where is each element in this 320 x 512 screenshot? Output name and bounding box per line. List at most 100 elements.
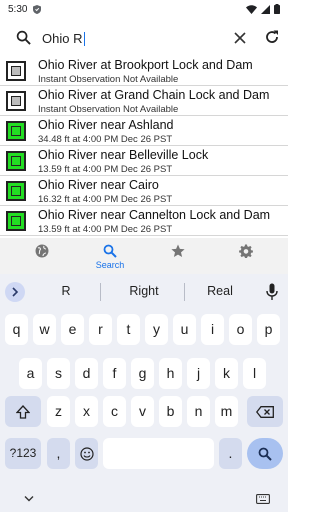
key-a[interactable]: a	[19, 358, 42, 389]
key-r[interactable]: r	[89, 314, 112, 345]
chevron-down-icon[interactable]	[24, 495, 34, 503]
key-d[interactable]: d	[75, 358, 98, 389]
status-normal-icon	[6, 151, 26, 171]
suggestion-strip: R Right Real	[0, 274, 288, 310]
key-b[interactable]: b	[159, 396, 182, 427]
search-icon	[16, 30, 31, 45]
key-o[interactable]: o	[229, 314, 252, 345]
key-g[interactable]: g	[131, 358, 154, 389]
status-unavailable-icon	[6, 61, 26, 81]
key-t[interactable]: t	[117, 314, 140, 345]
suggestion-divider	[184, 283, 185, 301]
key-e[interactable]: e	[61, 314, 84, 345]
key-w[interactable]: w	[33, 314, 56, 345]
gauge-title: Ohio River near Cairo	[38, 178, 159, 192]
gauge-observation: Instant Observation Not Available	[38, 74, 179, 85]
suggestion-divider	[100, 283, 101, 301]
backspace-icon	[256, 406, 274, 419]
status-normal-icon	[6, 121, 26, 141]
result-list: Ohio River at Brookport Lock and Dam Ins…	[0, 56, 288, 236]
key-c[interactable]: c	[103, 396, 126, 427]
status-unavailable-icon	[6, 91, 26, 111]
key-y[interactable]: y	[145, 314, 168, 345]
shift-key[interactable]	[5, 396, 41, 427]
symbols-key[interactable]: ?123	[5, 438, 41, 469]
gauge-title: Ohio River near Belleville Lock	[38, 148, 209, 162]
gauge-title: Ohio River at Brookport Lock and Dam	[38, 58, 253, 72]
emoji-key[interactable]	[75, 438, 98, 469]
key-p[interactable]: p	[257, 314, 280, 345]
list-item[interactable]: Ohio River at Grand Chain Lock and Dam I…	[0, 86, 288, 116]
search-bar	[0, 18, 288, 56]
key-z[interactable]: z	[47, 396, 70, 427]
chevron-right-icon	[12, 287, 19, 297]
suggestion-3[interactable]: Real	[198, 284, 242, 298]
search-icon	[103, 244, 117, 258]
shift-icon	[16, 405, 30, 419]
key-u[interactable]: u	[173, 314, 196, 345]
status-normal-icon	[6, 211, 26, 231]
clear-icon[interactable]	[232, 30, 248, 46]
globe-icon	[35, 244, 49, 258]
mic-icon[interactable]	[266, 283, 278, 301]
gauge-observation: 13.59 ft at 4:00 PM Dec 26 PST	[38, 164, 173, 175]
star-icon	[171, 244, 185, 257]
gauge-observation: 13.59 ft at 4:00 PM Dec 26 PST	[38, 224, 173, 235]
shield-icon	[33, 4, 42, 14]
gauge-title: Ohio River near Cannelton Lock and Dam	[38, 208, 271, 222]
period-key[interactable]: .	[219, 438, 242, 469]
keyboard-switch-icon[interactable]	[256, 494, 270, 504]
comma-key[interactable]: ,	[47, 438, 70, 469]
tab-bar: Search	[0, 238, 288, 274]
text-caret	[84, 32, 85, 46]
space-key[interactable]	[103, 438, 214, 469]
gauge-observation: 16.32 ft at 4:00 PM Dec 26 PST	[38, 194, 173, 205]
gauge-title: Ohio River near Ashland	[38, 118, 174, 132]
list-item[interactable]: Ohio River near Belleville Lock 13.59 ft…	[0, 146, 288, 176]
status-icons	[246, 4, 280, 14]
tab-favorites[interactable]	[142, 238, 214, 274]
key-s[interactable]: s	[47, 358, 70, 389]
tab-map[interactable]	[6, 238, 78, 274]
battery-icon	[274, 4, 280, 14]
list-item[interactable]: Ohio River near Cairo 16.32 ft at 4:00 P…	[0, 176, 288, 206]
gauge-title: Ohio River at Grand Chain Lock and Dam	[38, 88, 270, 102]
status-normal-icon	[6, 181, 26, 201]
gauge-observation: 34.48 ft at 4:00 PM Dec 26 PST	[38, 134, 173, 145]
search-icon	[258, 447, 272, 462]
suggestion-2[interactable]: Right	[118, 284, 170, 298]
search-box[interactable]	[6, 22, 252, 52]
navigation-bar	[0, 486, 288, 512]
emoji-icon	[79, 447, 94, 461]
status-bar: 5:30	[0, 0, 288, 18]
key-l[interactable]: l	[243, 358, 266, 389]
tab-search-label: Search	[95, 260, 125, 270]
key-v[interactable]: v	[131, 396, 154, 427]
list-item[interactable]: Ohio River near Cannelton Lock and Dam 1…	[0, 206, 288, 236]
gear-icon	[239, 244, 253, 258]
list-item[interactable]: Ohio River near Ashland 34.48 ft at 4:00…	[0, 116, 288, 146]
tab-settings[interactable]	[210, 238, 282, 274]
key-m[interactable]: m	[215, 396, 238, 427]
key-q[interactable]: q	[5, 314, 28, 345]
key-j[interactable]: j	[187, 358, 210, 389]
backspace-key[interactable]	[247, 396, 283, 427]
key-f[interactable]: f	[103, 358, 126, 389]
key-k[interactable]: k	[215, 358, 238, 389]
search-input[interactable]	[42, 28, 192, 48]
key-n[interactable]: n	[187, 396, 210, 427]
suggestion-1[interactable]: R	[44, 284, 88, 298]
gauge-observation: Instant Observation Not Available	[38, 104, 179, 115]
screen: 5:30 Ohio River at Brookport Lock and Da…	[0, 0, 288, 512]
list-item[interactable]: Ohio River at Brookport Lock and Dam Ins…	[0, 56, 288, 86]
signal-icon	[261, 4, 270, 14]
tab-search[interactable]: Search	[74, 238, 146, 274]
key-x[interactable]: x	[75, 396, 98, 427]
key-i[interactable]: i	[201, 314, 224, 345]
key-h[interactable]: h	[159, 358, 182, 389]
expand-suggestions-button[interactable]	[5, 282, 25, 302]
refresh-icon[interactable]	[264, 29, 280, 45]
status-time: 5:30	[8, 3, 28, 15]
keyboard-search-key[interactable]	[247, 438, 283, 469]
wifi-icon	[246, 4, 257, 14]
